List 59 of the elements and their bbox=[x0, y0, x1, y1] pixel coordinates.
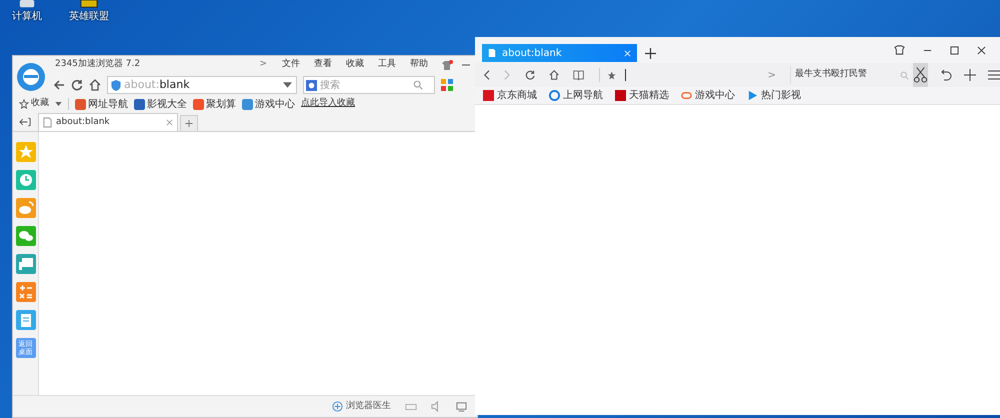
bookmark-link[interactable]: 影视大全 bbox=[147, 96, 187, 112]
menu-item[interactable]: 收藏 bbox=[346, 58, 364, 72]
tab-title: about:blank bbox=[502, 46, 563, 60]
star-icon[interactable] bbox=[19, 99, 29, 109]
bookmark-link[interactable]: 游戏中心 bbox=[695, 88, 735, 103]
apps-icon[interactable] bbox=[441, 79, 453, 91]
skin-icon[interactable] bbox=[441, 60, 453, 70]
favorites-menu[interactable]: 收藏 bbox=[31, 97, 49, 111]
caret-icon[interactable] bbox=[55, 102, 62, 106]
shield-icon bbox=[111, 80, 121, 90]
maximize-icon[interactable] bbox=[950, 46, 959, 54]
menu-item[interactable]: 工具 bbox=[378, 58, 396, 72]
bookmark-link[interactable]: 热门影视 bbox=[761, 88, 801, 103]
plus-icon[interactable] bbox=[964, 69, 976, 81]
shirt-icon[interactable] bbox=[894, 45, 905, 55]
search-placeholder: 搜索 bbox=[320, 78, 341, 92]
refresh-icon[interactable] bbox=[71, 79, 83, 91]
note-icon[interactable] bbox=[16, 310, 36, 330]
desktop-icon-label[interactable]: 英雄联盟 bbox=[69, 9, 109, 24]
bookmark-link[interactable]: 京东商城 bbox=[497, 88, 537, 103]
bookmark-link[interactable]: 网址导航 bbox=[88, 96, 128, 112]
collapse-sidebar-icon[interactable] bbox=[19, 117, 32, 127]
page-icon bbox=[488, 48, 496, 58]
search-engine-icon[interactable] bbox=[306, 80, 317, 90]
book-icon[interactable] bbox=[573, 69, 584, 81]
menu-item[interactable]: 文件 bbox=[282, 58, 300, 72]
browser-logo bbox=[16, 62, 46, 92]
calculator-icon[interactable] bbox=[16, 282, 36, 302]
bookmark-link[interactable]: 聚划算 bbox=[206, 96, 236, 112]
menu-expand-arrow[interactable]: > bbox=[259, 58, 267, 72]
url-host: blank bbox=[159, 76, 190, 93]
url-scheme: about: bbox=[124, 76, 160, 93]
tab-title: about:blank bbox=[56, 116, 111, 129]
undo-icon[interactable] bbox=[940, 69, 952, 81]
dropdown-icon[interactable] bbox=[283, 82, 292, 88]
window-title: 2345加速浏览器 7.2 bbox=[55, 58, 140, 72]
bookmark-link[interactable]: 游戏中心 bbox=[255, 96, 295, 112]
scissors-icon[interactable] bbox=[912, 63, 928, 87]
page-icon bbox=[43, 117, 52, 128]
desktop-icon-label[interactable]: 计算机 bbox=[12, 9, 42, 24]
search-placeholder: 最牛支书殴打民警 bbox=[794, 68, 868, 82]
bookmark-link[interactable]: 上网导航 bbox=[563, 88, 603, 103]
browser-tab[interactable]: about:blank bbox=[38, 113, 178, 131]
import-favorites-link[interactable]: 点此导入收藏 bbox=[301, 97, 355, 111]
search-icon[interactable] bbox=[413, 80, 423, 90]
search-field[interactable]: 最牛支书殴打民警 bbox=[790, 66, 909, 84]
new-tab-icon[interactable] bbox=[645, 48, 656, 59]
back-icon[interactable] bbox=[53, 79, 65, 91]
refresh-icon[interactable] bbox=[524, 69, 536, 81]
play-icon bbox=[747, 90, 758, 101]
menu-item[interactable]: 查看 bbox=[314, 58, 332, 72]
address-field[interactable]: about:blank bbox=[107, 76, 297, 94]
menu-icon[interactable] bbox=[988, 70, 1000, 80]
close-icon[interactable] bbox=[977, 46, 986, 54]
star-icon[interactable] bbox=[607, 70, 617, 80]
menu-item[interactable]: 帮助 bbox=[410, 58, 428, 72]
back-icon[interactable] bbox=[483, 69, 490, 81]
browser-doctor-link[interactable]: 浏览器医生 bbox=[346, 400, 391, 414]
bookmark-link[interactable]: 天猫精选 bbox=[629, 88, 669, 103]
